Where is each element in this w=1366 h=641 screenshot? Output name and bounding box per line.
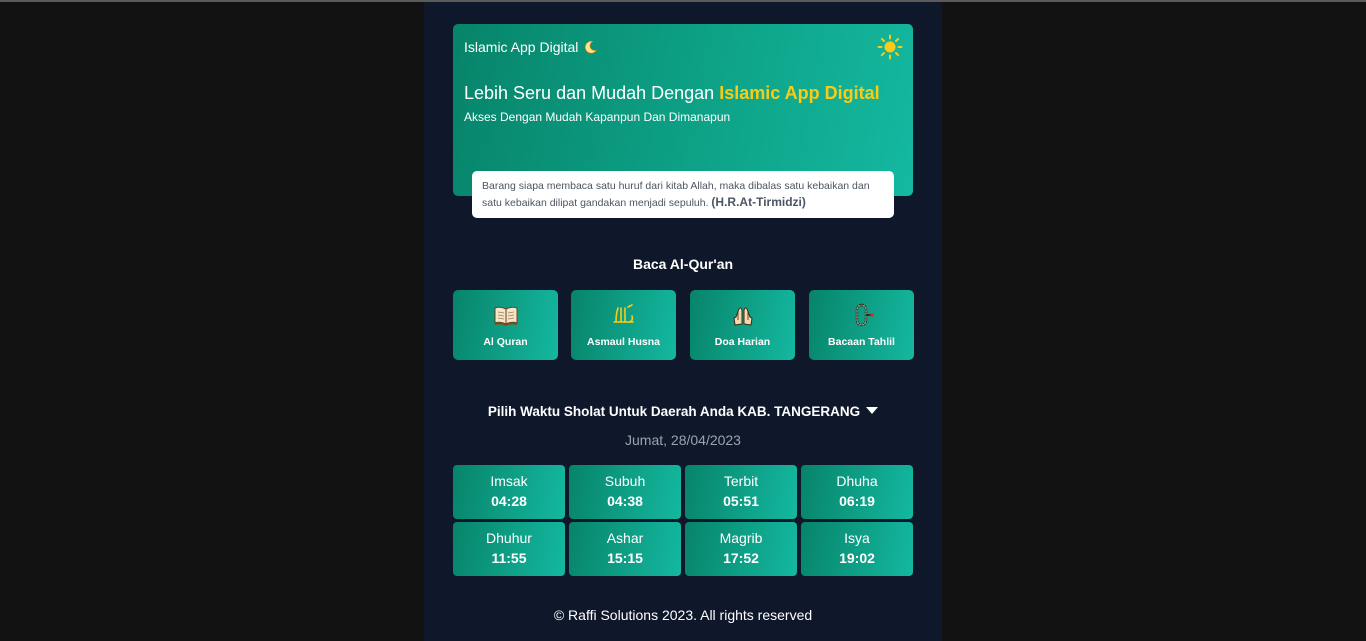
crescent-moon-icon	[585, 40, 598, 54]
menu-item-asmaul-husna[interactable]: Asmaul Husna	[571, 290, 676, 360]
hero-subtitle: Akses Dengan Mudah Kapanpun Dan Dimanapu…	[464, 110, 731, 124]
hadith-quote-card: Barang siapa membaca satu huruf dari kit…	[472, 171, 894, 218]
menu-section-title: Baca Al-Qur'an	[632, 256, 734, 272]
prayer-time-card-ashar: Ashar 15:15	[569, 522, 681, 576]
menu-item-doa-harian[interactable]: Doa Harian	[690, 290, 795, 360]
prayer-time-card-imsak: Imsak 04:28	[453, 465, 565, 519]
allah-calligraphy-icon	[612, 304, 634, 323]
prayer-time-card-dhuha: Dhuha 06:19	[801, 465, 913, 519]
prayer-time: 05:51	[723, 493, 759, 509]
caret-down-icon	[866, 407, 879, 414]
prayer-name: Magrib	[719, 530, 763, 546]
menu-item-label: Bacaan Tahlil	[828, 336, 895, 348]
prayer-time: 15:15	[607, 550, 643, 566]
praying-hands-icon	[732, 307, 753, 326]
prayer-time: 04:28	[491, 493, 527, 509]
hero-title-prefix: Lebih Seru dan Mudah Dengan	[464, 83, 715, 103]
menu-item-label: Al Quran	[483, 336, 528, 348]
prayer-name: Isya	[844, 530, 870, 546]
prayer-time-card-terbit: Terbit 05:51	[685, 465, 797, 519]
open-book-icon	[494, 306, 517, 326]
prayer-time: 19:02	[839, 550, 875, 566]
prayer-time-card-isya: Isya 19:02	[801, 522, 913, 576]
prayer-name: Imsak	[490, 473, 528, 489]
menu-grid: Al Quran Asmaul Husna Doa Harian Bacaan …	[453, 290, 914, 360]
app-container: Islamic App Digital Lebih Seru dan Mudah…	[424, 2, 942, 641]
prayer-date: Jumat, 28/04/2023	[625, 432, 741, 448]
prayer-name: Terbit	[723, 473, 759, 489]
brand: Islamic App Digital	[464, 39, 598, 55]
prayer-times-grid: Imsak 04:28 Subuh 04:38 Terbit 05:51 Dhu…	[453, 465, 913, 576]
hero-title-accent: Islamic App Digital	[719, 83, 880, 103]
footer-copyright: © Raffi Solutions 2023. All rights reser…	[553, 607, 813, 623]
prayer-beads-icon	[855, 303, 874, 327]
menu-item-label: Doa Harian	[714, 336, 771, 348]
sun-icon[interactable]	[877, 34, 903, 60]
hero-title: Lebih Seru dan Mudah Dengan Islamic App …	[464, 83, 880, 104]
menu-item-bacaan-tahlil[interactable]: Bacaan Tahlil	[809, 290, 914, 360]
prayer-time: 06:19	[839, 493, 875, 509]
prayer-time-card-dhuhur: Dhuhur 11:55	[453, 522, 565, 576]
prayer-name: Subuh	[604, 473, 646, 489]
menu-item-al-quran[interactable]: Al Quran	[453, 290, 558, 360]
prayer-name: Ashar	[606, 530, 644, 546]
hadith-source: (H.R.At-Tirmidzi)	[711, 195, 806, 209]
prayer-name: Dhuhur	[486, 530, 532, 546]
menu-item-label: Asmaul Husna	[587, 336, 660, 348]
prayer-time-card-subuh: Subuh 04:38	[569, 465, 681, 519]
prayer-time: 17:52	[723, 550, 759, 566]
region-selector-label: Pilih Waktu Sholat Untuk Daerah Anda KAB…	[487, 404, 861, 419]
brand-name: Islamic App Digital	[464, 39, 579, 55]
prayer-name: Dhuha	[836, 473, 878, 489]
hadith-text: Barang siapa membaca satu huruf dari kit…	[482, 180, 870, 209]
prayer-time-card-magrib: Magrib 17:52	[685, 522, 797, 576]
prayer-time: 11:55	[491, 550, 527, 566]
region-selector[interactable]: Pilih Waktu Sholat Untuk Daerah Anda KAB…	[424, 404, 942, 419]
prayer-time: 04:38	[607, 493, 643, 509]
